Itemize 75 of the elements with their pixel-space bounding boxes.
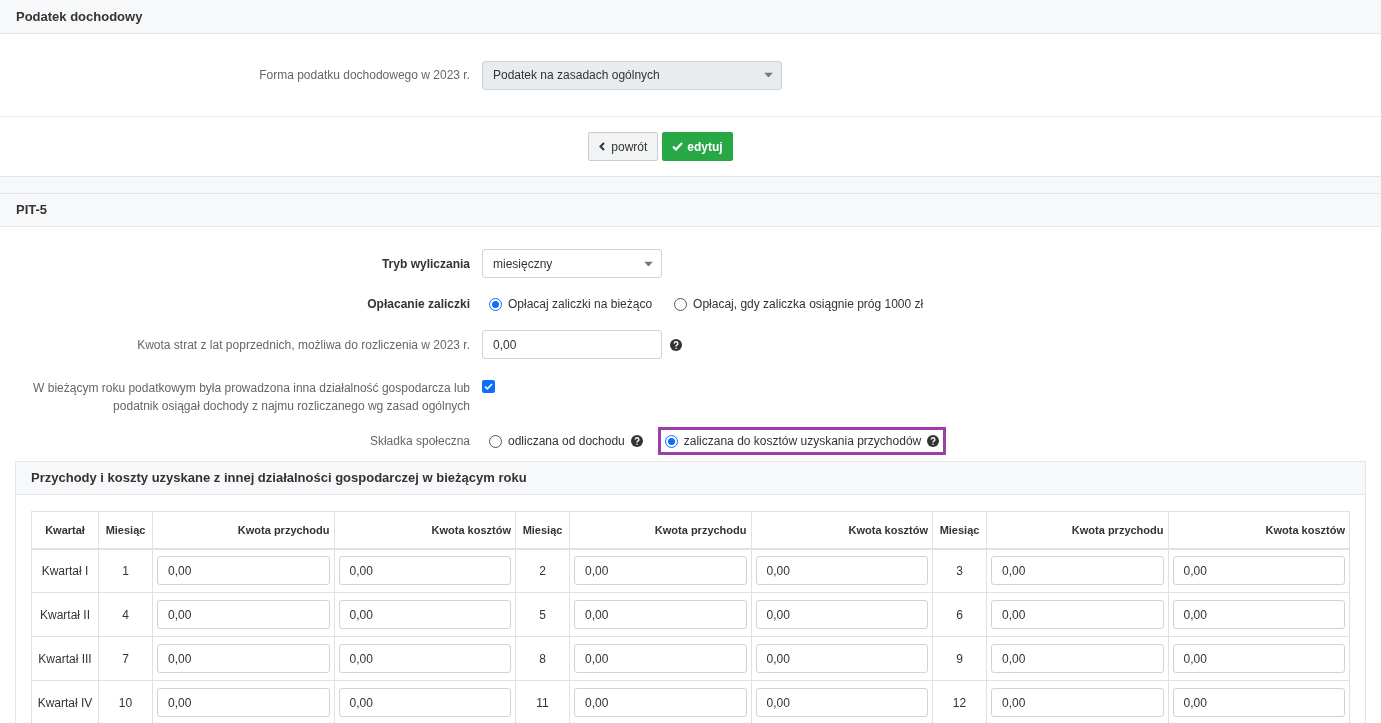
- caret-icon: [644, 261, 653, 266]
- income-input[interactable]: 0,00: [991, 600, 1164, 629]
- back-button[interactable]: powrót: [588, 132, 659, 161]
- field-label: Kwota strat z lat poprzednich, możliwa do rozliczenia w 2023 r.: [137, 337, 470, 352]
- table-cell: 3: [932, 548, 987, 593]
- table-cell: 9: [932, 636, 987, 681]
- field-label: Forma podatku dochodowego w 2023 r.: [259, 68, 470, 82]
- table-cell: 7: [98, 636, 153, 681]
- costs-input[interactable]: 0,00: [755, 688, 928, 717]
- table-cell: Kwartał I: [31, 548, 99, 593]
- income-input[interactable]: 0,00: [157, 644, 330, 673]
- radio-label: odliczana od dochodu: [508, 433, 625, 450]
- radio-label: Opłacaj, gdy zaliczka osiągnie próg 1000 zł: [693, 296, 924, 313]
- radio-option[interactable]: odliczana od dochodu: [482, 427, 650, 455]
- table-cell: Kwartał IV: [31, 680, 99, 723]
- column-header: Kwota przychodu: [569, 511, 751, 549]
- section-title: Podatek dochodowy: [16, 7, 143, 26]
- costs-input[interactable]: 0,00: [338, 688, 511, 717]
- field-label: W bieżącym roku podatkowym była prowadzona inna działalność gospodarcza lub podatnik osiągał dochody z najmu rozliczanego wg zasad ogólnych: [33, 381, 470, 413]
- field-label: Składka społeczna: [369, 434, 470, 448]
- column-header: Kwota kosztów: [1168, 511, 1350, 549]
- check-icon: [672, 142, 684, 151]
- income-input[interactable]: 0,00: [991, 644, 1164, 673]
- table-cell: 5: [515, 592, 570, 637]
- radio-option[interactable]: Opłacaj, gdy zaliczka osiągnie próg 1000 zł: [667, 290, 931, 318]
- help-icon: [927, 435, 940, 447]
- costs-input[interactable]: 0,00: [1172, 688, 1345, 717]
- column-header: Kwota przychodu: [986, 511, 1168, 549]
- column-header: Kwartał: [31, 511, 99, 549]
- checkbox[interactable]: [482, 380, 495, 393]
- table-cell: 1: [98, 548, 153, 593]
- income-input[interactable]: 0,00: [991, 688, 1164, 717]
- field-label: Opłacanie zaliczki: [367, 297, 470, 311]
- caret-icon: [764, 72, 773, 78]
- chevron-left-icon: [599, 142, 606, 151]
- costs-input[interactable]: 0,00: [755, 644, 928, 673]
- income-input[interactable]: 0,00: [574, 600, 747, 629]
- column-header: Kwota przychodu: [152, 511, 334, 549]
- table-cell: Kwartał III: [31, 636, 99, 681]
- income-input[interactable]: 0,00: [157, 688, 330, 717]
- radio-option[interactable]: zaliczana do kosztów uzyskania przychodów: [657, 427, 947, 455]
- table-cell: 4: [98, 592, 153, 637]
- costs-input[interactable]: 0,00: [1172, 644, 1345, 673]
- costs-input[interactable]: 0,00: [338, 556, 511, 586]
- costs-input[interactable]: 0,00: [755, 556, 928, 586]
- costs-input[interactable]: 0,00: [755, 600, 928, 629]
- field-label: Tryb wyliczania: [381, 256, 470, 271]
- costs-input[interactable]: 0,00: [1172, 556, 1345, 586]
- losses-input[interactable]: 0,00: [482, 330, 662, 359]
- panel-title: Przychody i koszty uzyskane z innej działalności gospodarczej w bieżącym roku: [31, 469, 527, 488]
- radio-label: Opłacaj zaliczki na bieżąco: [508, 296, 653, 313]
- column-header: Kwota kosztów: [751, 511, 933, 549]
- help-icon: [630, 435, 643, 447]
- table-cell: 6: [932, 592, 987, 637]
- column-header: Miesiąc: [515, 511, 570, 549]
- income-input[interactable]: 0,00: [157, 600, 330, 629]
- costs-input[interactable]: 0,00: [338, 644, 511, 673]
- table-cell: 8: [515, 636, 570, 681]
- radio-label: zaliczana do kosztów uzyskania przychodów: [683, 433, 922, 450]
- table-cell: 2: [515, 548, 570, 593]
- table-cell: Kwartał II: [31, 592, 99, 637]
- income-input[interactable]: 0,00: [574, 556, 747, 586]
- column-header: Kwota kosztów: [334, 511, 516, 549]
- income-input[interactable]: 0,00: [574, 688, 747, 717]
- income-input[interactable]: 0,00: [157, 556, 330, 586]
- radio-option[interactable]: Opłacaj zaliczki na bieżąco: [482, 290, 660, 318]
- section-title: PIT-5: [16, 201, 48, 220]
- column-header: Miesiąc: [932, 511, 987, 549]
- costs-input[interactable]: 0,00: [1172, 600, 1345, 629]
- column-header: Miesiąc: [98, 511, 153, 549]
- mode-select[interactable]: miesięczny: [482, 249, 662, 278]
- income-input[interactable]: 0,00: [991, 556, 1164, 586]
- help-icon: [670, 338, 682, 351]
- income-input[interactable]: 0,00: [574, 644, 747, 673]
- costs-input[interactable]: 0,00: [338, 600, 511, 629]
